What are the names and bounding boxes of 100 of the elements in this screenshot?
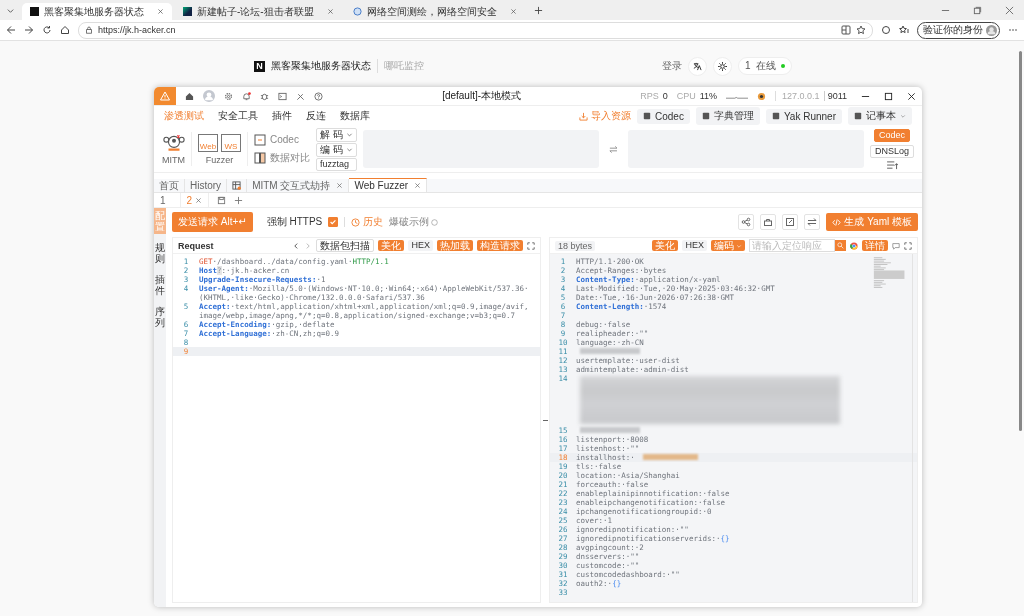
window-icon	[253, 133, 266, 146]
warning-icon[interactable]	[160, 91, 170, 101]
side-tab[interactable]: 规则	[154, 240, 166, 266]
favicon-icon	[183, 7, 192, 16]
search-icon[interactable]	[837, 242, 844, 249]
app-icon[interactable]	[841, 25, 851, 35]
port-number: 9011	[823, 91, 847, 101]
scrollbar[interactable]	[1019, 51, 1022, 431]
cpu-value: 11%	[699, 91, 718, 101]
reload-icon[interactable]	[42, 25, 52, 35]
toolbar-button[interactable]: Yak Runner	[765, 108, 842, 124]
logo-icon: N	[254, 60, 265, 72]
tool-icon	[701, 112, 710, 120]
tool-icon	[643, 112, 651, 120]
favorites-icon[interactable]	[899, 25, 909, 35]
pane-title: Request	[178, 240, 214, 251]
engine-icon[interactable]	[757, 91, 767, 101]
code-icon	[832, 217, 842, 227]
size-badge: 18 bytes	[555, 240, 596, 251]
clock-icon	[351, 217, 361, 227]
settings-icon[interactable]	[224, 91, 233, 101]
window-title: [default]-本地模式	[442, 89, 522, 103]
toolbar-button[interactable]: 记事本	[848, 107, 912, 125]
star-icon[interactable]	[856, 25, 866, 35]
rps-label: RPS	[640, 91, 659, 101]
bell-icon[interactable]	[242, 91, 251, 101]
menu-tab[interactable]: 反连	[306, 109, 326, 123]
favicon-icon	[30, 7, 39, 16]
menu-tab[interactable]: 安全工具	[218, 109, 258, 123]
bug-icon[interactable]	[260, 91, 269, 101]
editor-button[interactable]: HEX	[682, 240, 707, 251]
site-subtitle: 哪吒监控	[377, 59, 424, 73]
bag-icon[interactable]	[760, 214, 777, 230]
force-https-label: 强制 HTTPS	[266, 215, 323, 229]
rps-value: 0	[662, 91, 668, 101]
back-icon[interactable]	[6, 25, 16, 35]
collapse-icon[interactable]	[886, 160, 898, 170]
packet-scan-button[interactable]: 数据包扫描	[316, 239, 375, 252]
new-tab-icon[interactable]	[533, 5, 543, 15]
toolbar-button[interactable]: Codec	[637, 108, 690, 124]
edit-icon[interactable]	[782, 214, 799, 230]
codec-tool[interactable]: Codec	[253, 133, 310, 146]
minimap-drawing	[873, 256, 907, 290]
close-icon[interactable]	[907, 91, 916, 101]
sun-icon[interactable]	[717, 61, 727, 71]
home-icon[interactable]	[60, 25, 70, 35]
tool-icon	[854, 112, 862, 120]
tool-icon	[771, 112, 780, 120]
share-icon[interactable]	[738, 214, 755, 230]
grid-icon	[232, 181, 242, 190]
browser-tab[interactable]: 网络空间测绘，网络空间安全	[344, 3, 525, 20]
redacted-blur	[580, 427, 640, 433]
checkbox[interactable]	[328, 217, 339, 227]
maximize-icon[interactable]	[884, 91, 893, 101]
restore-icon[interactable]	[973, 5, 982, 15]
example-link[interactable]: 爆破示例	[389, 215, 439, 229]
browser-tab[interactable]: 黑客聚集地服务器状态	[22, 3, 172, 20]
site-title: 黑客聚集地服务器状态	[271, 59, 371, 73]
address-field[interactable]: https://jk.h-acker.cn	[78, 21, 873, 39]
browser-tab[interactable]: 新建帖子-论坛-狙击者联盟	[175, 3, 342, 20]
page-tab[interactable]: Web Fuzzer	[349, 178, 428, 192]
add-icon[interactable]	[234, 195, 244, 205]
side-tab[interactable]: DNSLog	[870, 144, 914, 158]
cpu-label: CPU	[676, 91, 696, 101]
mitm-tool[interactable]: MITM	[162, 133, 185, 165]
side-tab[interactable]: 插件	[154, 272, 166, 298]
page-tab[interactable]: 首页	[154, 179, 185, 192]
forward-icon[interactable]	[24, 25, 34, 35]
fuzztag-button[interactable]: fuzztag	[315, 157, 357, 171]
fuzzer-tool[interactable]: Web WS Fuzzer	[198, 133, 241, 165]
compare-tool[interactable]: 数据对比	[253, 150, 310, 165]
tools-icon[interactable]	[296, 91, 305, 101]
side-tab[interactable]: 序列	[154, 304, 166, 330]
editor-button[interactable]: HEX	[408, 240, 433, 251]
online-counter: 1 在线	[737, 57, 792, 75]
decode-select[interactable]: 解 码	[315, 127, 357, 142]
fullscreen-icon[interactable]	[904, 241, 912, 250]
toolbar-button[interactable]: 字典管理	[695, 107, 760, 125]
caret-icon	[900, 113, 906, 119]
login-link[interactable]: 登录	[661, 59, 682, 73]
translate-icon[interactable]	[692, 61, 702, 71]
encode-select[interactable]: 编 码	[315, 142, 357, 157]
avatar-icon	[986, 24, 997, 36]
menu-tab[interactable]: 数据库	[340, 109, 370, 123]
redacted-blur	[642, 454, 698, 460]
page-tab[interactable]: History	[185, 179, 228, 192]
caret-icon	[736, 242, 742, 249]
home-icon[interactable]	[185, 91, 194, 101]
save-icon[interactable]	[217, 195, 227, 205]
terminal-icon[interactable]	[278, 91, 287, 101]
file-icon: WS	[221, 133, 241, 152]
chat-icon[interactable]	[892, 241, 900, 250]
download-icon	[579, 111, 588, 121]
host-address: 127.0.0.1	[775, 91, 820, 101]
redacted-blur	[580, 348, 640, 354]
sub-tab[interactable]: 1	[154, 193, 172, 207]
menu-tab[interactable]: 插件	[272, 109, 292, 123]
lock-icon	[85, 26, 93, 34]
fullscreen-icon[interactable]	[527, 241, 535, 250]
browser-icon[interactable]	[850, 241, 858, 250]
